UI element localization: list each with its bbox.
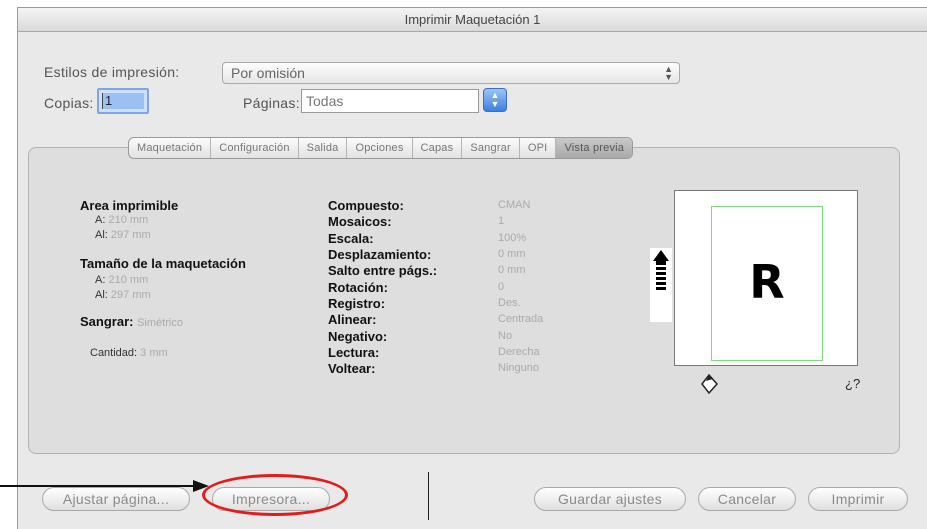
print-styles-label: Estilos de impresión:	[44, 64, 180, 80]
amount-value: 3 mm	[140, 347, 168, 359]
popup-arrows-icon: ▲ ▼	[664, 64, 673, 82]
print-styles-value: Por omisión	[231, 65, 305, 81]
layout-size-heading: Tamaño de la maquetación	[80, 256, 246, 271]
page-outline: R	[711, 206, 823, 361]
cancel-button[interactable]: Cancelar	[698, 487, 796, 511]
layout-size-height-value: 297 mm	[110, 289, 151, 301]
printable-area-height-label: Al:	[95, 229, 108, 241]
prop-value-lectura: Derecha	[498, 346, 540, 358]
pages-dropdown-button[interactable]: ▲ ▼	[483, 88, 507, 112]
layout-size-height-label: Al:	[95, 289, 108, 301]
pages-label: Páginas:	[243, 95, 300, 111]
tab-opi[interactable]: OPI	[520, 138, 557, 158]
tab-configuracion[interactable]: Configuración	[211, 138, 299, 158]
tab-bar: Maquetación Configuración Salida Opcione…	[128, 137, 634, 159]
prop-label-mosaicos: Mosaicos:	[328, 214, 392, 229]
tab-maquetacion[interactable]: Maquetación	[129, 138, 212, 158]
copies-label: Copias:	[44, 95, 94, 111]
prop-value-negativo: No	[498, 330, 513, 342]
prop-value-desplazamiento: 0 mm	[498, 248, 526, 260]
page-preview: R	[674, 190, 858, 366]
layout-size-width-label: A:	[95, 274, 106, 286]
prop-value-registro: Des.	[498, 297, 521, 309]
prop-value-compuesto: CMAN	[498, 199, 531, 211]
help-icon-text: ¿?	[845, 376, 861, 391]
page-setup-button[interactable]: Ajustar página...	[42, 487, 190, 511]
prop-label-salto: Salto entre págs.:	[328, 263, 438, 278]
copies-value: 1	[102, 93, 144, 109]
bleed-value: Simétrico	[137, 317, 183, 329]
printable-area-height-value: 297 mm	[110, 229, 151, 241]
prop-label-rotacion: Rotación:	[328, 280, 388, 295]
printable-area-width-label: A:	[95, 214, 106, 226]
tab-salida[interactable]: Salida	[299, 138, 348, 158]
popup-arrows-icon: ▲ ▼	[490, 90, 500, 109]
pointer-arrow-icon	[193, 480, 209, 492]
printable-area-width-value: 210 mm	[108, 214, 149, 226]
prop-label-alinear: Alinear:	[328, 312, 377, 327]
printable-area-height: Al: 297 mm	[95, 229, 151, 241]
prop-value-alinear: Centrada	[498, 313, 544, 325]
highlight-oval	[202, 474, 348, 516]
pointer-arrow-shaft	[0, 485, 195, 487]
layout-size-height: Al: 297 mm	[95, 289, 151, 301]
prop-value-voltear: Ninguno	[498, 362, 539, 374]
tab-sangrar[interactable]: Sangrar	[462, 138, 520, 158]
prop-label-escala: Escala:	[328, 231, 374, 246]
prop-value-escala: 100%	[498, 232, 527, 244]
bleed-label: Sangrar:	[80, 314, 134, 329]
prop-value-salto: 0 mm	[498, 264, 526, 276]
printable-area-width: A: 210 mm	[95, 214, 148, 226]
prop-label-desplazamiento: Desplazamiento:	[328, 247, 432, 262]
tab-vista-previa[interactable]: Vista previa	[556, 138, 633, 158]
printable-area-heading: Area imprimible	[80, 198, 179, 213]
amount-row: Cantidad: 3 mm	[90, 347, 168, 359]
print-styles-popup[interactable]: Por omisión ▲ ▼	[222, 62, 680, 84]
layout-size-width-value: 210 mm	[108, 274, 149, 286]
help-icon[interactable]: ¿?	[845, 376, 860, 391]
prop-label-lectura: Lectura:	[328, 345, 380, 360]
prop-label-negativo: Negativo:	[328, 329, 388, 344]
print-button[interactable]: Imprimir	[808, 487, 908, 511]
page-flip-icon[interactable]	[700, 373, 720, 399]
button-divider	[428, 472, 429, 520]
bleed-row: Sangrar: Simétrico	[80, 314, 183, 329]
save-settings-button[interactable]: Guardar ajustes	[534, 487, 686, 511]
orientation-arrow-icon	[650, 248, 672, 322]
layout-size-width: A: 210 mm	[95, 274, 148, 286]
prop-value-mosaicos: 1	[498, 215, 505, 227]
pages-input[interactable]: Todas	[301, 89, 479, 113]
window-title: Imprimir Maquetación 1	[18, 8, 927, 32]
prop-label-registro: Registro:	[328, 296, 386, 311]
prop-value-rotacion: 0	[498, 281, 505, 293]
preview-letter: R	[749, 255, 785, 309]
tab-opciones[interactable]: Opciones	[347, 138, 413, 158]
prop-label-voltear: Voltear:	[328, 361, 376, 376]
amount-label: Cantidad:	[90, 347, 138, 359]
tab-capas[interactable]: Capas	[413, 138, 463, 158]
prop-label-compuesto: Compuesto:	[328, 198, 404, 213]
copies-field[interactable]: 1	[97, 88, 149, 114]
